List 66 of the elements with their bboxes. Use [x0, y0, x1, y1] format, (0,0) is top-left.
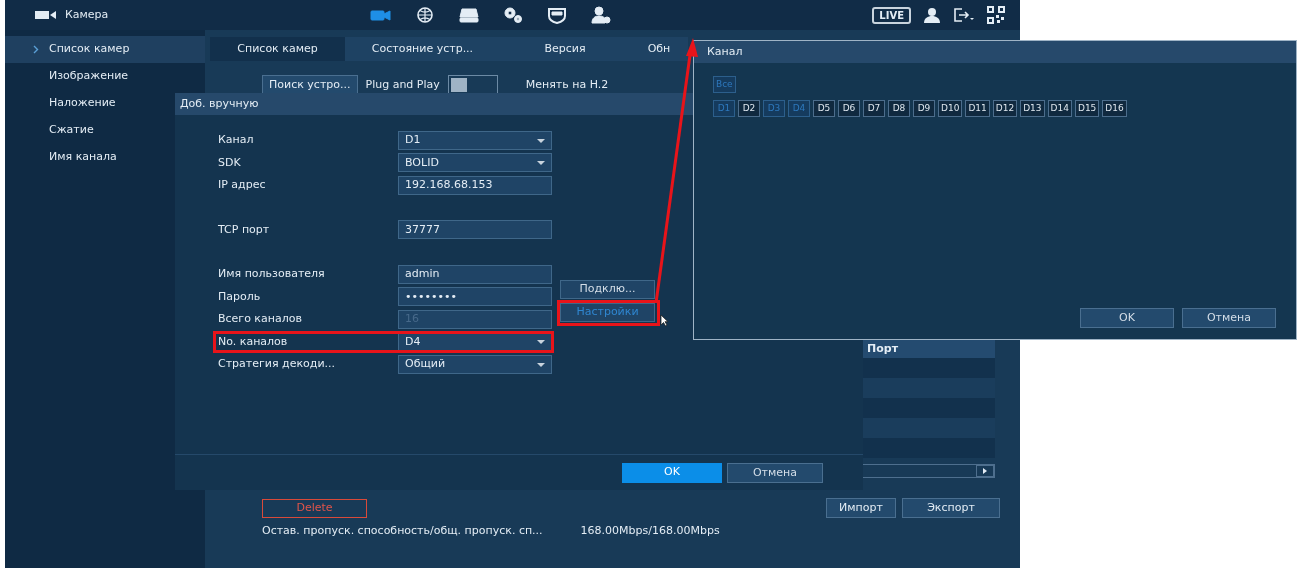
channel-toggle[interactable]: D2 — [738, 100, 760, 118]
field-label: SDK — [218, 154, 242, 171]
field-label: Всего каналов — [218, 311, 303, 327]
field-label: Стратегия декоди... — [218, 356, 337, 372]
caret-icon — [537, 362, 545, 367]
network-icon[interactable] — [414, 6, 436, 24]
field-label: TCP порт — [218, 221, 271, 238]
channel-toggle[interactable]: D5 — [813, 100, 835, 118]
caret-icon — [537, 340, 545, 345]
search-devices-button[interactable]: Поиск устро... — [262, 75, 358, 95]
input-field[interactable]: 37777 — [398, 220, 552, 240]
toggle-label: Plug and Play — [365, 76, 440, 93]
user-icon[interactable] — [923, 7, 941, 23]
channel-toggle[interactable]: D15 — [1074, 100, 1100, 118]
chevron-icon — [33, 45, 39, 54]
import-button[interactable]: Импорт — [826, 498, 896, 518]
tab[interactable]: Обн — [630, 37, 688, 61]
camera-icon — [35, 10, 57, 20]
channel-toggle[interactable]: D9 — [913, 100, 935, 118]
security-icon[interactable] — [546, 6, 568, 24]
channel-toggle[interactable]: D16 — [1102, 100, 1127, 118]
field-label: Имя пользователя — [218, 266, 326, 282]
dropdown[interactable]: Общий — [398, 354, 552, 374]
bandwidth-label: Остав. пропуск. способность/общ. пропуск. сп... — [262, 523, 543, 539]
channel-toggle[interactable]: D6 — [838, 100, 860, 118]
dialog-title: Канал — [694, 41, 1296, 63]
sidebar-item[interactable]: Изображение — [5, 63, 205, 90]
channel-toggle[interactable]: D11 — [965, 100, 990, 118]
field-label: No. каналов — [218, 333, 289, 350]
channel-toggle[interactable]: D14 — [1047, 100, 1072, 118]
codec-label: Менять на H.2 — [525, 76, 609, 93]
caret-icon — [537, 161, 545, 166]
qr-code-icon[interactable] — [987, 6, 1005, 24]
field-label: IP адрес — [218, 177, 267, 193]
field-label: Канал — [218, 132, 255, 148]
system-icon[interactable] — [502, 6, 524, 24]
account-icon[interactable] — [590, 6, 612, 24]
tab[interactable]: Версия — [500, 37, 630, 61]
export-button[interactable]: Экспорт — [902, 498, 1000, 518]
channel-toggle[interactable]: D12 — [992, 100, 1018, 118]
side-button[interactable]: Подклю... — [560, 280, 655, 299]
input-field[interactable]: 192.168.68.153 — [398, 175, 552, 195]
sidebar-item[interactable]: Список камер — [5, 36, 205, 63]
caret-icon — [537, 138, 545, 143]
column-header: Порт — [867, 340, 898, 357]
cancel-button[interactable]: Отмена — [727, 462, 823, 483]
mouse-cursor-icon — [660, 314, 669, 327]
dropdown[interactable]: D1 — [398, 130, 552, 150]
tab[interactable]: Состояние устр... — [345, 37, 500, 61]
channel-toggle[interactable]: D10 — [938, 100, 963, 118]
channel-toggle[interactable]: D13 — [1020, 100, 1045, 118]
live-button[interactable]: LIVE — [872, 6, 911, 24]
password-field[interactable]: •••••••• — [398, 287, 552, 307]
app-title: Камера — [65, 6, 109, 23]
channel-toggle[interactable]: D7 — [863, 100, 885, 118]
tab[interactable]: Список камер — [210, 37, 345, 61]
storage-icon[interactable] — [458, 6, 480, 24]
dropdown[interactable]: BOLID — [398, 153, 552, 173]
bandwidth-value: 168.00Mbps/168.00Mbps — [580, 523, 720, 539]
cancel-button[interactable]: Отмена — [1182, 308, 1276, 328]
logout-icon[interactable] — [953, 7, 975, 23]
scroll-right-icon[interactable] — [976, 465, 994, 477]
input-field[interactable]: admin — [398, 264, 552, 284]
field-label: Пароль — [218, 288, 262, 305]
channel-toggle[interactable]: D8 — [888, 100, 910, 118]
ok-button[interactable]: OK — [1080, 308, 1174, 328]
